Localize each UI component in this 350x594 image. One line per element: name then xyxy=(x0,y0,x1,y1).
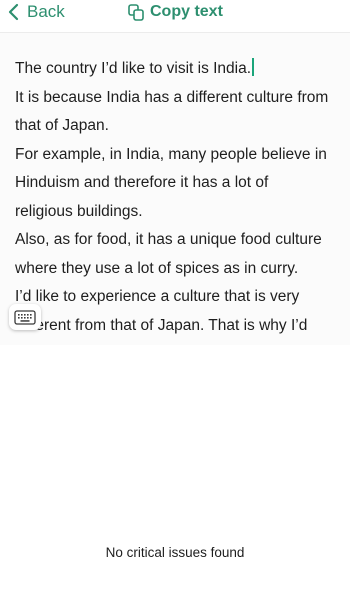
back-button[interactable]: Back xyxy=(8,2,65,22)
editor-line: different from that of Japan. That is wh… xyxy=(15,316,308,334)
editor-text[interactable]: The country I’d like to visit is India. … xyxy=(15,55,345,340)
text-editor[interactable]: The country I’d like to visit is India. … xyxy=(0,32,350,345)
keyboard-icon xyxy=(14,309,36,325)
chevron-left-icon xyxy=(8,3,19,21)
screen: Back Copy text The country I’d like to v… xyxy=(0,0,350,594)
editor-line: The country I’d like to visit is India. xyxy=(15,55,345,84)
editor-line: For example, in India, many people belie… xyxy=(15,145,327,163)
copy-icon xyxy=(128,3,144,21)
editor-line: Also, as for food, it has a unique food … xyxy=(15,231,322,248)
editor-line: religious buildings. xyxy=(15,202,143,220)
status-message: No critical issues found xyxy=(105,545,245,560)
back-label: Back xyxy=(27,2,65,21)
keyboard-toggle-button[interactable] xyxy=(9,304,41,330)
text-caret xyxy=(252,58,255,76)
editor-line: I’d like to experience a culture that is… xyxy=(15,288,300,305)
copy-text-button[interactable]: Copy text xyxy=(128,2,223,22)
editor-line: where they use a lot of spices as in cur… xyxy=(15,259,299,277)
editor-line: It is because India has a different cult… xyxy=(15,88,329,106)
top-navigation-bar: Back Copy text xyxy=(0,0,350,32)
copy-text-label: Copy text xyxy=(150,3,223,20)
editor-line: Hinduism and therefore it has a lot of xyxy=(15,174,269,191)
editor-line: that of Japan. xyxy=(15,117,109,134)
